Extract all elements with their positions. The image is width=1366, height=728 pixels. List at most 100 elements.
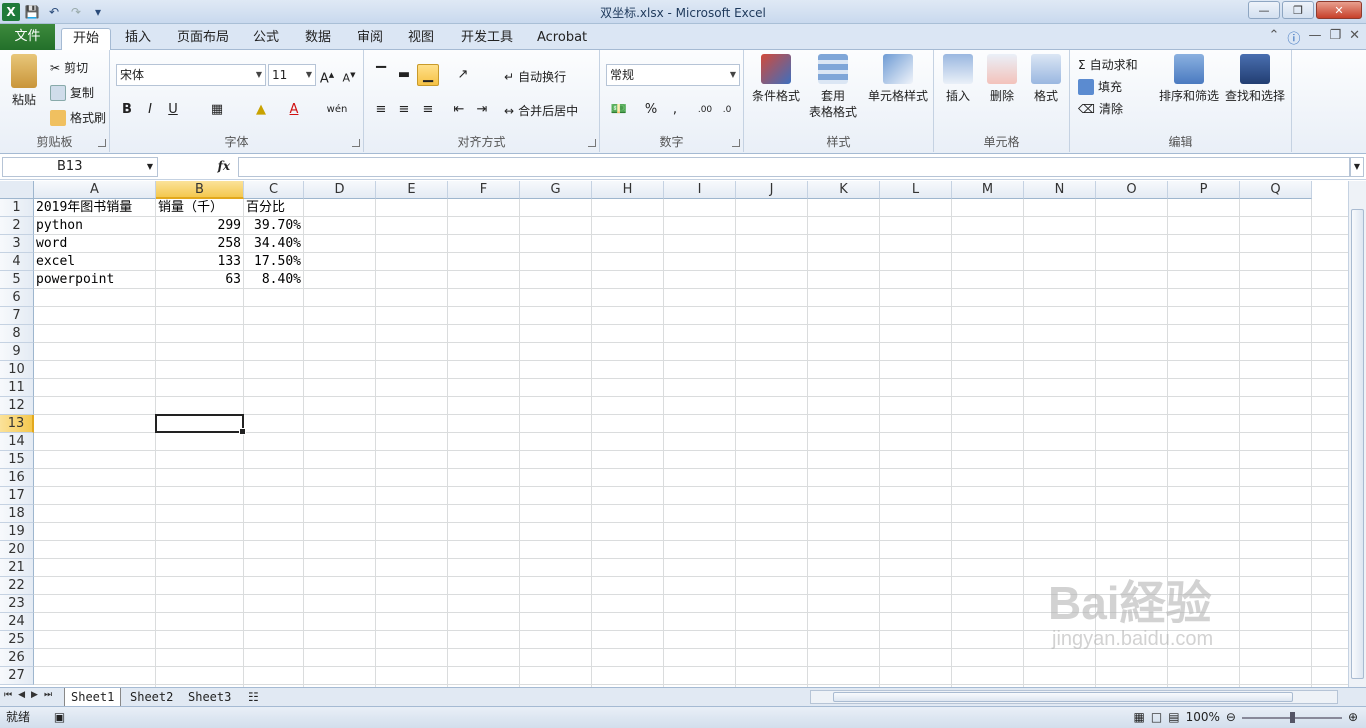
underline-icon[interactable]: U xyxy=(162,99,184,121)
row-header-2[interactable]: 2 xyxy=(0,217,34,235)
number-launcher-icon[interactable] xyxy=(732,139,740,147)
cell-c3[interactable]: 34.40% xyxy=(244,235,304,253)
row-header-18[interactable]: 18 xyxy=(0,505,34,523)
paste-button[interactable]: 粘贴 xyxy=(6,54,42,108)
alignment-launcher-icon[interactable] xyxy=(588,139,596,147)
cell-b2[interactable]: 299 xyxy=(156,217,244,235)
cell-a4[interactable]: excel xyxy=(34,253,75,271)
cell-c2[interactable]: 39.70% xyxy=(244,217,304,235)
row-header-13[interactable]: 13 xyxy=(0,415,34,433)
find-select-button[interactable]: 查找和选择 xyxy=(1224,54,1286,104)
cell-b1[interactable]: 销量（千） xyxy=(156,199,223,217)
row-header-15[interactable]: 15 xyxy=(0,451,34,469)
tab-file[interactable]: 文件 xyxy=(0,24,55,50)
sort-filter-button[interactable]: 排序和筛选 xyxy=(1158,54,1220,104)
insert-sheet-icon[interactable]: ☷ xyxy=(242,688,265,706)
orientation-icon[interactable]: ↗ xyxy=(452,64,474,86)
phonetic-icon[interactable]: wén xyxy=(326,99,348,121)
row-header-8[interactable]: 8 xyxy=(0,325,34,343)
tab-data[interactable]: 数据 xyxy=(294,28,342,50)
align-middle-icon[interactable]: ▬ xyxy=(393,64,415,86)
bold-icon[interactable]: B xyxy=(116,99,138,121)
column-header-f[interactable]: F xyxy=(448,181,520,199)
font-name-select[interactable]: 宋体 ▼ xyxy=(116,64,266,86)
minimize-ribbon-icon[interactable]: ⌃ xyxy=(1269,28,1280,47)
macro-record-icon[interactable]: ▣ xyxy=(54,710,65,724)
tab-review[interactable]: 审阅 xyxy=(346,28,394,50)
row-header-14[interactable]: 14 xyxy=(0,433,34,451)
number-format-select[interactable]: 常规 ▼ xyxy=(606,64,740,86)
help-icon[interactable]: ⓘ xyxy=(1287,28,1300,47)
vertical-scroll-thumb[interactable] xyxy=(1351,209,1364,679)
row-header-16[interactable]: 16 xyxy=(0,469,34,487)
cell-c5[interactable]: 8.40% xyxy=(244,271,304,289)
cell-b5[interactable]: 63 xyxy=(156,271,244,289)
cell-c1[interactable]: 百分比 xyxy=(244,199,285,217)
borders-icon[interactable]: ▦ xyxy=(206,99,228,121)
wrap-text-button[interactable]: ↵ 自动换行 xyxy=(504,68,566,85)
clear-button[interactable]: ⌫ 清除 xyxy=(1078,100,1123,117)
row-header-6[interactable]: 6 xyxy=(0,289,34,307)
vertical-scrollbar[interactable] xyxy=(1348,181,1366,687)
cell-b4[interactable]: 133 xyxy=(156,253,244,271)
column-header-n[interactable]: N xyxy=(1024,181,1096,199)
copy-button[interactable]: 复制 xyxy=(50,84,94,101)
percent-button[interactable]: % xyxy=(640,99,662,121)
font-launcher-icon[interactable] xyxy=(352,139,360,147)
column-header-a[interactable]: A xyxy=(34,181,156,199)
prev-sheet-icon[interactable]: ◀ xyxy=(18,690,25,700)
decrease-decimal-icon[interactable]: .0 xyxy=(716,99,738,121)
close-button[interactable]: ✕ xyxy=(1316,1,1362,19)
increase-decimal-icon[interactable]: .00 xyxy=(694,99,716,121)
column-header-p[interactable]: P xyxy=(1168,181,1240,199)
page-layout-view-icon[interactable]: □ xyxy=(1151,707,1162,728)
name-box[interactable]: B13 ▼ xyxy=(2,157,158,177)
sheet-tab-3[interactable]: Sheet3 xyxy=(182,688,237,706)
cell-a3[interactable]: word xyxy=(34,235,67,253)
next-sheet-icon[interactable]: ▶ xyxy=(31,690,38,700)
row-header-12[interactable]: 12 xyxy=(0,397,34,415)
last-sheet-icon[interactable]: ⏭ xyxy=(44,690,52,700)
row-header-4[interactable]: 4 xyxy=(0,253,34,271)
format-painter-button[interactable]: 格式刷 xyxy=(50,109,106,126)
column-header-l[interactable]: L xyxy=(880,181,952,199)
align-left-icon[interactable]: ≡ xyxy=(370,99,392,121)
align-top-icon[interactable]: ▔ xyxy=(370,64,392,86)
align-bottom-icon[interactable]: ▁ xyxy=(417,64,439,86)
select-all-corner[interactable] xyxy=(0,181,34,199)
zoom-out-icon[interactable]: ⊖ xyxy=(1226,707,1236,728)
horizontal-scrollbar[interactable] xyxy=(810,690,1338,704)
active-cell-selection[interactable] xyxy=(155,414,246,435)
align-center-icon[interactable]: ≡ xyxy=(393,99,415,121)
tab-developer[interactable]: 开发工具 xyxy=(450,28,524,50)
sheet-tab-2[interactable]: Sheet2 xyxy=(124,688,179,706)
italic-icon[interactable]: I xyxy=(139,99,161,121)
column-header-g[interactable]: G xyxy=(520,181,592,199)
cell-a5[interactable]: powerpoint xyxy=(34,271,114,289)
cell-a1[interactable]: 2019年图书销量 xyxy=(34,199,132,217)
row-header-7[interactable]: 7 xyxy=(0,307,34,325)
row-header-11[interactable]: 11 xyxy=(0,379,34,397)
tab-view[interactable]: 视图 xyxy=(397,28,445,50)
increase-indent-icon[interactable]: ⇥ xyxy=(471,99,493,121)
cut-button[interactable]: ✂ 剪切 xyxy=(50,59,88,76)
row-header-27[interactable]: 27 xyxy=(0,667,34,685)
conditional-formatting-button[interactable]: 条件格式 xyxy=(750,54,802,104)
row-header-21[interactable]: 21 xyxy=(0,559,34,577)
row-header-3[interactable]: 3 xyxy=(0,235,34,253)
font-size-select[interactable]: 11 ▼ xyxy=(268,64,316,86)
row-header-23[interactable]: 23 xyxy=(0,595,34,613)
row-header-20[interactable]: 20 xyxy=(0,541,34,559)
row-header-24[interactable]: 24 xyxy=(0,613,34,631)
zoom-level[interactable]: 100% xyxy=(1186,707,1220,728)
row-header-25[interactable]: 25 xyxy=(0,631,34,649)
cell-c4[interactable]: 17.50% xyxy=(244,253,304,271)
sheet-tab-1[interactable]: Sheet1 xyxy=(64,688,122,706)
zoom-slider[interactable] xyxy=(1241,711,1342,723)
insert-cells-button[interactable]: 插入 xyxy=(940,54,976,104)
zoom-in-icon[interactable]: ⊕ xyxy=(1348,707,1358,728)
fill-button[interactable]: 填充 xyxy=(1078,78,1122,95)
column-header-o[interactable]: O xyxy=(1096,181,1168,199)
cell-a2[interactable]: python xyxy=(34,217,83,235)
row-header-22[interactable]: 22 xyxy=(0,577,34,595)
